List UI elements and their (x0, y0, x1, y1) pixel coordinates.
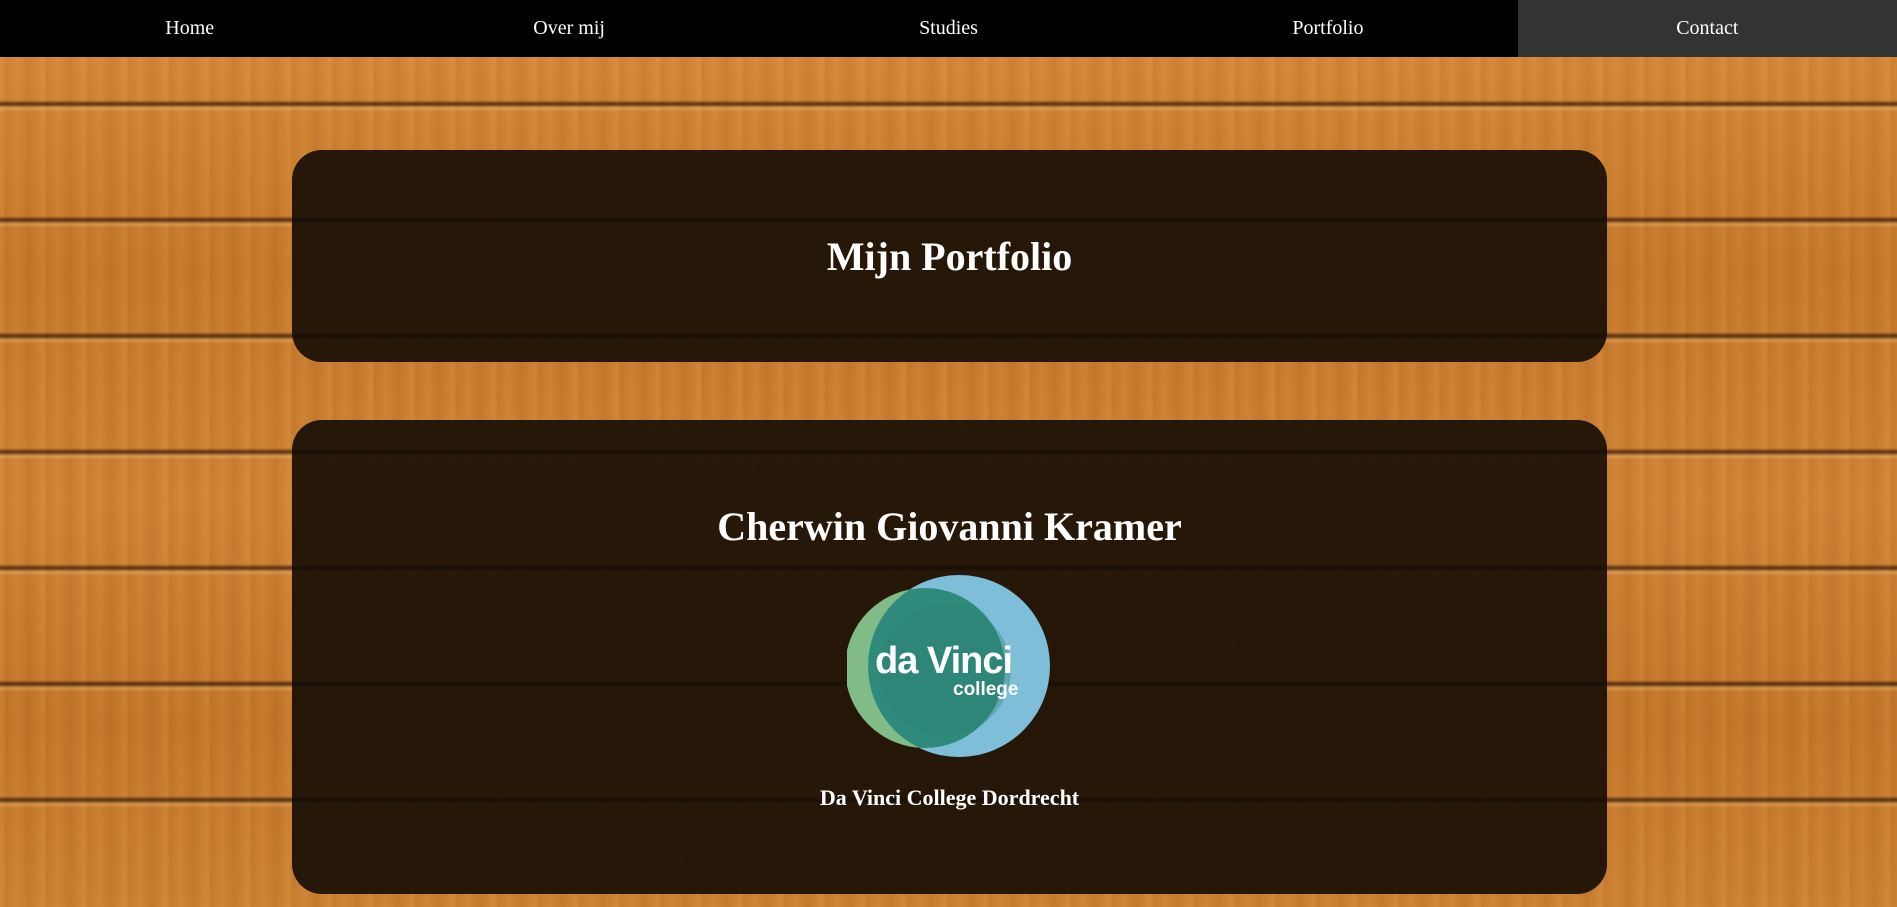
nav-item-contact[interactable]: Contact (1517, 0, 1897, 57)
nav-item-studies[interactable]: Studies (759, 0, 1138, 57)
logo-text-primary: da Vinci (875, 640, 1012, 682)
top-navigation: Home Over mij Studies Portfolio Contact (0, 0, 1897, 57)
nav-item-home[interactable]: Home (0, 0, 379, 57)
header-panel: Mijn Portfolio (292, 150, 1607, 362)
da-vinci-college-logo: da Vinci college (845, 575, 1052, 760)
logo-text-secondary: college (953, 679, 1018, 700)
profile-name: Cherwin Giovanni Kramer (717, 504, 1182, 549)
school-caption: Da Vinci College Dordrecht (819, 785, 1080, 810)
nav-item-portfolio[interactable]: Portfolio (1138, 0, 1517, 57)
profile-panel: Cherwin Giovanni Kramer da Vinci college… (292, 420, 1607, 894)
page-title: Mijn Portfolio (826, 234, 1073, 279)
nav-item-over-mij[interactable]: Over mij (379, 0, 758, 57)
